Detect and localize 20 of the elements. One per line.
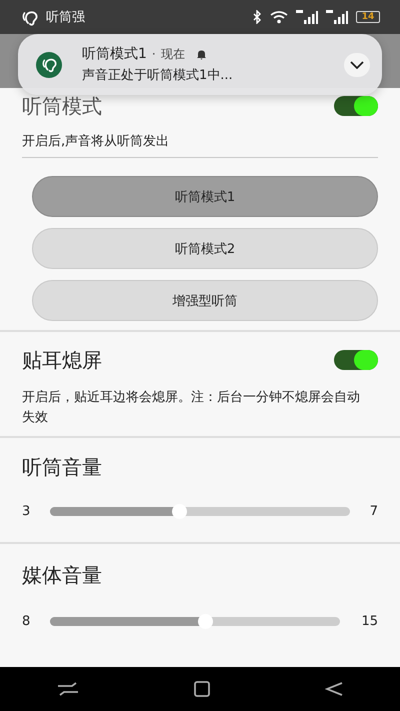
notification-card[interactable]: 听筒模式1 · 现在 声音正处于听筒模式1中... [18, 34, 382, 95]
description-text: 开启后，贴近耳边将会熄屏。注：后台一分钟不熄屏会自动失效 [21, 389, 361, 427]
section-title: 听筒模式 [22, 92, 102, 120]
section-title: 媒体音量 [22, 562, 102, 588]
mode-button[interactable]: 听筒模式1 [32, 176, 378, 217]
section-title: 贴耳熄屏 [22, 346, 102, 374]
notification-text: 声音正处于听筒模式1中... [82, 67, 234, 84]
max-value: 7 [370, 504, 378, 518]
min-value: 8 [22, 614, 32, 628]
separator-dot: · [152, 47, 156, 61]
notification-title: 听筒模式1 [82, 45, 147, 63]
mode-button[interactable]: 增强型听筒 [32, 280, 378, 321]
min-value: 3 [22, 504, 32, 518]
battery-icon: 14 [356, 11, 380, 23]
max-value: 15 [361, 614, 378, 628]
description-text: 开启后,声音将从听筒发出 [22, 132, 170, 150]
app-name: 听筒强 [46, 9, 85, 26]
mode-button[interactable]: 听筒模式2 [32, 228, 378, 269]
notification-time: 现在 [160, 46, 185, 62]
section-title: 听筒音量 [22, 454, 102, 480]
